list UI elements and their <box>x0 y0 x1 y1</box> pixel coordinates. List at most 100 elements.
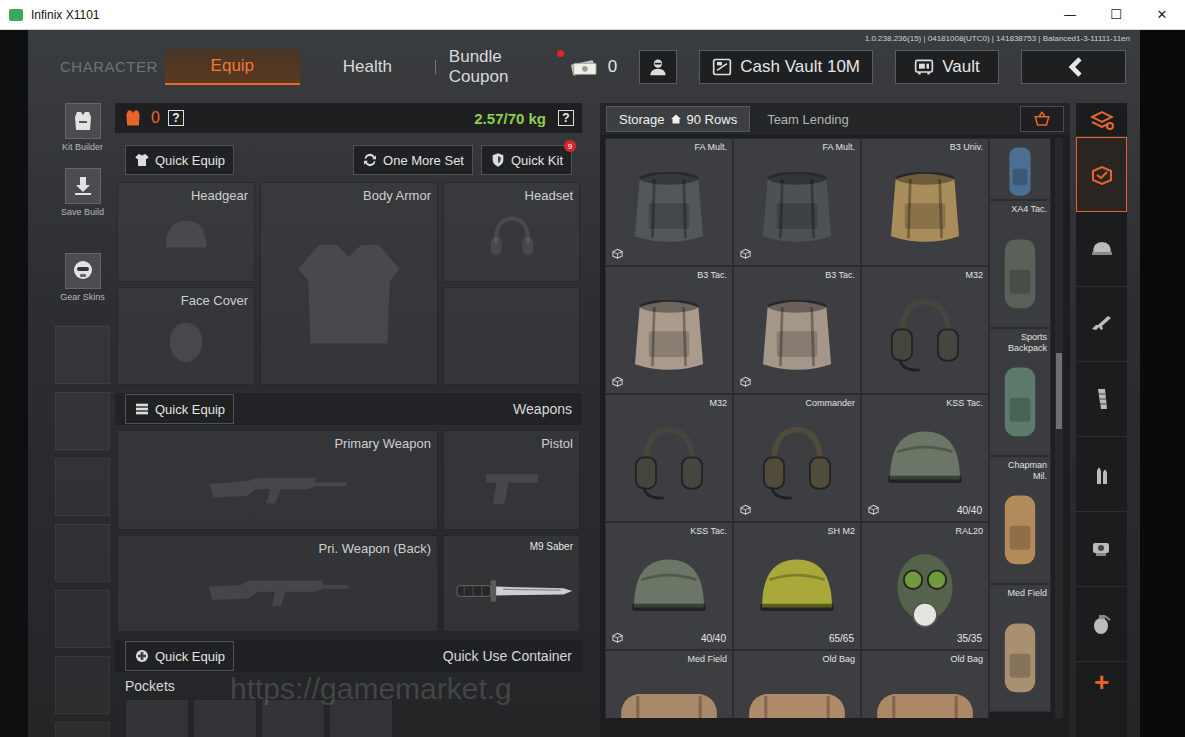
weapon-slot[interactable]: Pistol <box>443 430 580 530</box>
nav-tab-label: Equip <box>211 56 254 76</box>
storage-item[interactable]: Commander <box>733 394 861 522</box>
empty-build-slot[interactable] <box>55 656 110 714</box>
backpack-icon <box>1000 225 1040 321</box>
category-button[interactable] <box>1076 103 1127 137</box>
storage-item[interactable]: KSS Tac.40/40 <box>861 394 989 522</box>
category-button[interactable] <box>1076 287 1127 362</box>
category-button[interactable] <box>1076 137 1127 212</box>
weapon-slot[interactable]: Primary Weapon <box>117 430 438 530</box>
category-button[interactable] <box>1076 587 1127 662</box>
storage-item[interactable]: B3 Tac. <box>733 266 861 394</box>
item-name: Med Field <box>993 588 1047 599</box>
window-control[interactable]: — <box>1047 0 1093 29</box>
back-button[interactable] <box>1021 50 1126 84</box>
helmet-icon <box>879 415 971 507</box>
pocket-slot[interactable] <box>125 699 189 737</box>
gear-slot[interactable]: Headset <box>443 182 580 282</box>
category-button[interactable] <box>1076 362 1127 437</box>
window-control[interactable]: ☐ <box>1093 0 1139 29</box>
storage-item[interactable]: Med Field <box>605 650 733 718</box>
add-category-button[interactable]: + <box>1076 662 1127 702</box>
section-title: Weapons <box>513 401 572 417</box>
storage-item[interactable]: FA Mult. <box>733 138 861 266</box>
sort-button[interactable] <box>1020 106 1064 132</box>
empty-build-slot[interactable] <box>55 524 110 582</box>
gear-slot[interactable]: Body Armor <box>260 182 438 385</box>
scrollbar[interactable] <box>1055 138 1063 718</box>
pockets-label: Pockets <box>125 678 572 694</box>
empty-build-slot[interactable] <box>55 722 110 737</box>
storage-item[interactable]: FA Mult. <box>605 138 733 266</box>
shield-icon <box>490 152 506 168</box>
gear-slot[interactable]: Headgear <box>117 182 255 282</box>
action-button[interactable]: One More Set <box>353 145 473 175</box>
screen-edge <box>0 30 28 737</box>
storage-item[interactable] <box>989 138 1051 200</box>
slot-label: Body Armor <box>363 188 431 203</box>
item-name: B3 Tac. <box>697 270 727 280</box>
window-controls: —☐✕ <box>1047 0 1185 29</box>
storage-item[interactable]: M32 <box>861 266 989 394</box>
vault-button[interactable]: Vault <box>895 50 999 84</box>
pocket-slot[interactable] <box>261 699 325 737</box>
storage-item[interactable]: M32 <box>605 394 733 522</box>
weapon-slot[interactable]: M9 Saber <box>443 535 580 632</box>
storage-item[interactable]: RAL2035/35 <box>861 522 989 650</box>
rifle-icon <box>1090 312 1114 336</box>
item-name: B3 Univ. <box>950 142 983 152</box>
storage-item[interactable]: B3 Univ. <box>861 138 989 266</box>
storage-item[interactable]: Sports Backpack <box>989 328 1051 456</box>
item-grid: FA Mult.FA Mult.B3 Univ.B3 Tac.B3 Tac.M3… <box>605 138 989 718</box>
empty-build-slot[interactable] <box>55 326 110 384</box>
nav-tab[interactable]: Equip <box>165 49 300 85</box>
armor-count: 0 <box>151 109 160 127</box>
profile-button[interactable] <box>639 50 677 84</box>
empty-build-slot[interactable] <box>55 392 110 450</box>
storage-tab[interactable]: Team Lending <box>755 106 861 132</box>
storage-item[interactable]: B3 Tac. <box>605 266 733 394</box>
empty-build-slot[interactable] <box>55 590 110 648</box>
sidebar-item[interactable]: Kit Builder <box>62 103 103 152</box>
empty-gear-slot[interactable] <box>443 287 580 385</box>
storage-item[interactable]: SH M265/65 <box>733 522 861 650</box>
slot-label: Headgear <box>191 188 248 203</box>
vest-icon <box>71 109 95 133</box>
quick-equip-button[interactable]: Quick Equip <box>125 394 234 424</box>
item-name: M32 <box>709 398 727 408</box>
refresh-icon <box>362 152 378 168</box>
help-button[interactable]: ? <box>168 110 184 126</box>
action-button[interactable]: Quick Equip <box>125 145 234 175</box>
gear-slot[interactable]: Face Cover <box>117 287 255 385</box>
storage-tab[interactable]: Storage90 Rows <box>606 106 750 132</box>
layers-icon <box>1090 108 1114 132</box>
storage-item[interactable]: Old Bag <box>861 650 989 718</box>
empty-build-slot[interactable] <box>55 458 110 516</box>
storage-item[interactable]: KSS Tac.40/40 <box>605 522 733 650</box>
grenade-icon <box>1090 612 1114 636</box>
helmet-icon <box>751 543 843 635</box>
sidebar-item[interactable]: Save Build <box>61 168 104 217</box>
storage-item[interactable]: XA4 Tac. <box>989 200 1051 328</box>
storage-item[interactable]: Med Field <box>989 584 1051 712</box>
storage-item[interactable]: Chapman Mil. <box>989 456 1051 584</box>
category-button[interactable] <box>1076 512 1127 587</box>
scroll-thumb[interactable] <box>1056 353 1062 429</box>
slot-label: Primary Weapon <box>334 436 431 451</box>
quick-equip-button[interactable]: Quick Equip <box>125 641 234 671</box>
nav-tab[interactable]: Bundle Coupon <box>435 49 570 85</box>
window-control[interactable]: ✕ <box>1139 0 1185 29</box>
pocket-slot[interactable] <box>193 699 257 737</box>
category-button[interactable] <box>1076 437 1127 512</box>
headset-icon <box>483 208 541 266</box>
weapon-slot[interactable]: Pri. Weapon (Back) <box>117 535 438 632</box>
bag-roll-icon <box>745 665 849 718</box>
category-button[interactable] <box>1076 212 1127 287</box>
storage-item[interactable]: Old Bag <box>733 650 861 718</box>
vault-button[interactable]: Cash Vault 10M <box>699 50 873 84</box>
rifle-icon <box>203 464 353 510</box>
help-button[interactable]: ? <box>558 110 574 126</box>
nav-tab[interactable]: Health <box>300 49 435 85</box>
sidebar-item[interactable]: Gear Skins <box>60 253 105 302</box>
pocket-slot[interactable] <box>329 699 393 737</box>
action-button[interactable]: Quick Kit9 <box>481 145 572 175</box>
